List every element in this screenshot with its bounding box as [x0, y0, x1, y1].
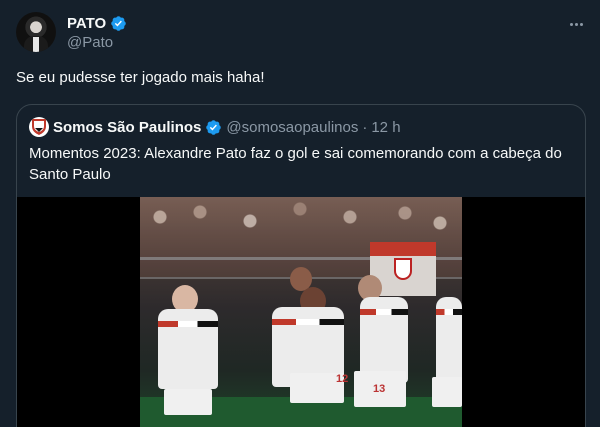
quote-text: Momentos 2023: Alexandre Pato faz o gol … — [29, 145, 562, 183]
jersey-stripe — [158, 321, 218, 327]
dot — [579, 22, 583, 26]
club-crest-icon — [32, 119, 46, 135]
verified-badge-icon — [111, 15, 126, 31]
jersey-stripe — [360, 309, 408, 315]
quote-header: Somos São Paulinos @somosaopaulinos · 12… — [29, 117, 401, 137]
jersey-stripe — [272, 319, 344, 325]
author-handle[interactable]: @Pato — [67, 34, 113, 51]
player-shorts — [164, 389, 212, 415]
dot — [574, 22, 578, 26]
author-row: PATO — [67, 14, 127, 32]
quote-author-name[interactable]: Somos São Paulinos — [53, 119, 201, 136]
flag-stripe — [370, 242, 436, 256]
quote-author-handle[interactable]: @somosaopaulinos — [226, 119, 358, 136]
author-avatar[interactable] — [16, 12, 56, 52]
verified-badge-icon — [206, 119, 222, 135]
tweet-text: Se eu pudesse ter jogado mais haha! — [16, 69, 265, 86]
dot — [569, 22, 573, 26]
separator-dot: · — [362, 118, 368, 136]
jersey-stripe — [436, 309, 462, 315]
quote-author-avatar[interactable] — [29, 117, 49, 137]
video-thumbnail[interactable]: 12 13 — [140, 197, 462, 427]
quote-timestamp[interactable]: 12 h — [371, 119, 400, 136]
player-shorts — [432, 377, 462, 407]
jersey-number: 12 — [336, 373, 349, 385]
more-options-icon[interactable] — [566, 14, 586, 34]
player-body — [436, 297, 462, 383]
jersey-number: 13 — [373, 383, 386, 395]
tweet: PATO @Pato Se eu pudesse ter jogado mais… — [0, 0, 600, 427]
player-body — [158, 309, 218, 389]
quoted-tweet[interactable]: Somos São Paulinos @somosaopaulinos · 12… — [16, 104, 586, 427]
flag-crest — [394, 258, 412, 280]
quote-media[interactable]: 12 13 — [17, 197, 585, 427]
author-name[interactable]: PATO — [67, 15, 106, 32]
avatar-shirt — [33, 37, 39, 52]
